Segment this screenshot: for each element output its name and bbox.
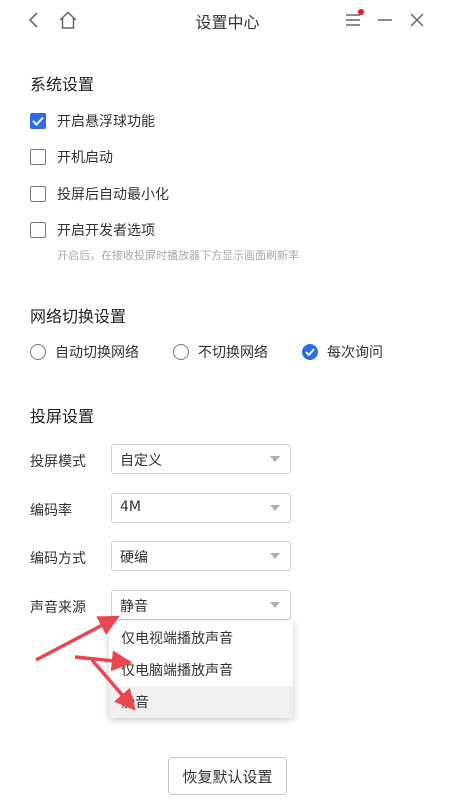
auto-minimize-option[interactable]: 投屏后自动最小化 (30, 183, 169, 205)
encoding-select[interactable]: 硬编 (111, 541, 291, 571)
encoding-value: 硬编 (120, 550, 148, 566)
radio-no-switch[interactable]: 不切换网络 (173, 341, 268, 363)
cast-mode-select[interactable]: 自定义 (111, 444, 291, 474)
audio-source-dropdown: 仅电视端播放声音 仅电脑端播放声音 静音 (109, 621, 293, 718)
audio-source-label: 声音来源 (30, 600, 86, 616)
bitrate-value: 4M (120, 499, 141, 515)
radio-button-checked[interactable] (302, 344, 318, 360)
startup-label: 开机启动 (57, 150, 113, 166)
no-switch-label: 不切换网络 (198, 345, 268, 361)
ask-each-time-label: 每次询问 (327, 345, 383, 361)
auto-switch-label: 自动切换网络 (55, 345, 139, 361)
close-icon[interactable] (405, 8, 429, 32)
encoding-label: 编码方式 (30, 551, 86, 567)
cast-mode-value: 自定义 (120, 453, 162, 469)
arrow-icon (35, 615, 120, 662)
network-settings-heading: 网络切换设置 (30, 307, 127, 326)
auto-minimize-label: 投屏后自动最小化 (57, 187, 169, 203)
system-settings-heading: 系统设置 (30, 75, 95, 94)
radio-button[interactable] (173, 344, 189, 360)
reset-defaults-button[interactable]: 恢复默认设置 (168, 757, 287, 795)
bitrate-label: 编码率 (30, 503, 72, 519)
audio-source-value: 静音 (120, 599, 148, 615)
developer-label: 开启开发者选项 (57, 223, 155, 239)
menu-icon[interactable] (341, 8, 365, 32)
radio-auto-switch[interactable]: 自动切换网络 (30, 341, 139, 363)
floating-ball-label: 开启悬浮球功能 (57, 114, 155, 130)
cast-settings-heading: 投屏设置 (30, 407, 95, 426)
dropdown-option-tv-audio[interactable]: 仅电视端播放声音 (109, 622, 293, 654)
chevron-down-icon (270, 505, 280, 511)
chevron-down-icon (270, 456, 280, 462)
bitrate-select[interactable]: 4M (111, 493, 291, 523)
radio-ask-each-time[interactable]: 每次询问 (302, 341, 383, 363)
developer-option[interactable]: 开启开发者选项 (30, 219, 155, 241)
cast-mode-label: 投屏模式 (30, 454, 86, 470)
back-icon[interactable] (22, 8, 46, 32)
radio-button[interactable] (30, 344, 46, 360)
home-icon[interactable] (56, 8, 80, 32)
notification-dot (358, 9, 364, 15)
dropdown-option-pc-audio[interactable]: 仅电脑端播放声音 (109, 654, 293, 686)
chevron-down-icon (270, 553, 280, 559)
developer-hint: 开启后，在接收投屏时播放器下方显示画面刷新率 (57, 249, 299, 262)
dropdown-option-mute[interactable]: 静音 (109, 686, 293, 718)
startup-option[interactable]: 开机启动 (30, 146, 113, 168)
chevron-down-icon (270, 602, 280, 608)
audio-source-select[interactable]: 静音 (111, 590, 291, 620)
checkbox[interactable] (30, 222, 46, 238)
minimize-icon[interactable] (373, 8, 397, 32)
title-bar: 设置中心 (0, 0, 455, 40)
checkbox-checked[interactable] (30, 113, 46, 129)
checkbox[interactable] (30, 186, 46, 202)
checkbox[interactable] (30, 149, 46, 165)
floating-ball-option[interactable]: 开启悬浮球功能 (30, 110, 155, 132)
